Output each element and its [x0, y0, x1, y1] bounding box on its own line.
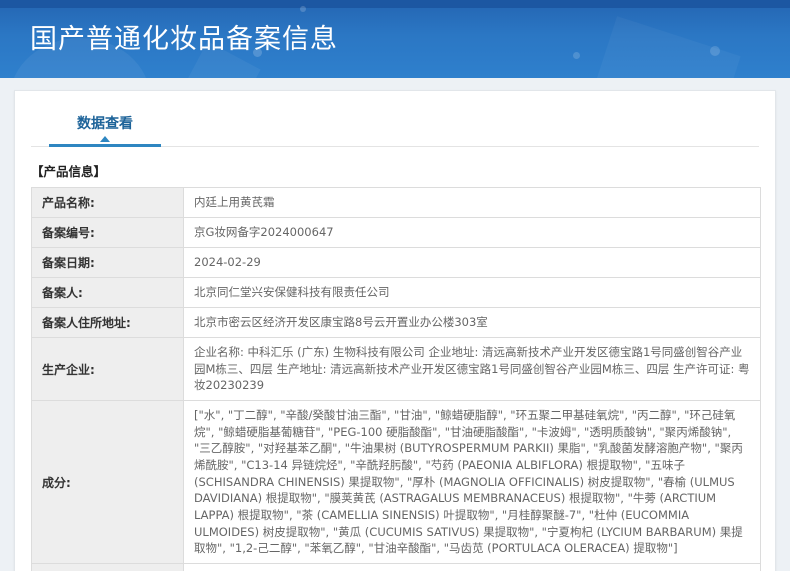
row-label-record-date: 备案日期:: [32, 248, 184, 278]
table-row: 生产企业: 企业名称: 中科汇乐 (广东) 生物科技有限公司 企业地址: 清远高…: [32, 338, 761, 401]
tab-data-view[interactable]: 数据查看: [49, 111, 161, 147]
table-row: 产品名称: 内廷上用黄芪霜: [32, 188, 761, 218]
row-value-registrant: 北京同仁堂兴安保健科技有限责任公司: [184, 278, 761, 308]
row-value-supervision: [184, 564, 761, 571]
page-title: 国产普通化妆品备案信息: [30, 17, 338, 56]
section-product-info-title: 【产品信息】: [31, 161, 759, 180]
row-label-product-name: 产品名称:: [32, 188, 184, 218]
header-decoration-dot: [710, 46, 720, 56]
page-header: 国产普通化妆品备案信息: [0, 0, 790, 78]
row-label-registrant: 备案人:: [32, 278, 184, 308]
tab-bar: 数据查看: [31, 111, 759, 147]
row-value-product-name: 内廷上用黄芪霜: [184, 188, 761, 218]
header-top-strip: [0, 0, 790, 8]
table-row: 备案人住所地址: 北京市密云区经济开发区康宝路8号云开置业办公楼303室: [32, 308, 761, 338]
table-row: 备案编号: 京G妆网备字2024000647: [32, 218, 761, 248]
row-value-manufacturer: 企业名称: 中科汇乐 (广东) 生物科技有限公司 企业地址: 清远高新技术产业开…: [184, 338, 761, 401]
table-row: 备案日期: 2024-02-29: [32, 248, 761, 278]
row-label-supervision: 备案后监督检查情况:: [32, 564, 184, 571]
product-info-table: 产品名称: 内廷上用黄芪霜 备案编号: 京G妆网备字2024000647 备案日…: [31, 187, 761, 571]
row-value-record-number: 京G妆网备字2024000647: [184, 218, 761, 248]
row-value-registrant-address: 北京市密云区经济开发区康宝路8号云开置业办公楼303室: [184, 308, 761, 338]
header-decoration-square: [589, 16, 740, 78]
row-label-registrant-address: 备案人住所地址:: [32, 308, 184, 338]
header-decoration-dot: [573, 52, 580, 59]
row-value-record-date: 2024-02-29: [184, 248, 761, 278]
table-row: 成分: ["水", "丁二醇", "辛酸/癸酸甘油三酯", "甘油", "鲸蜡硬…: [32, 401, 761, 564]
table-row: 备案人: 北京同仁堂兴安保健科技有限责任公司: [32, 278, 761, 308]
row-label-manufacturer: 生产企业:: [32, 338, 184, 401]
row-value-ingredients: ["水", "丁二醇", "辛酸/癸酸甘油三酯", "甘油", "鲸蜡硬脂醇",…: [184, 401, 761, 564]
table-row: 备案后监督检查情况:: [32, 564, 761, 571]
row-label-record-number: 备案编号:: [32, 218, 184, 248]
content-card: 数据查看 【产品信息】 产品名称: 内廷上用黄芪霜 备案编号: 京G妆网备字20…: [14, 90, 776, 571]
row-label-ingredients: 成分:: [32, 401, 184, 564]
